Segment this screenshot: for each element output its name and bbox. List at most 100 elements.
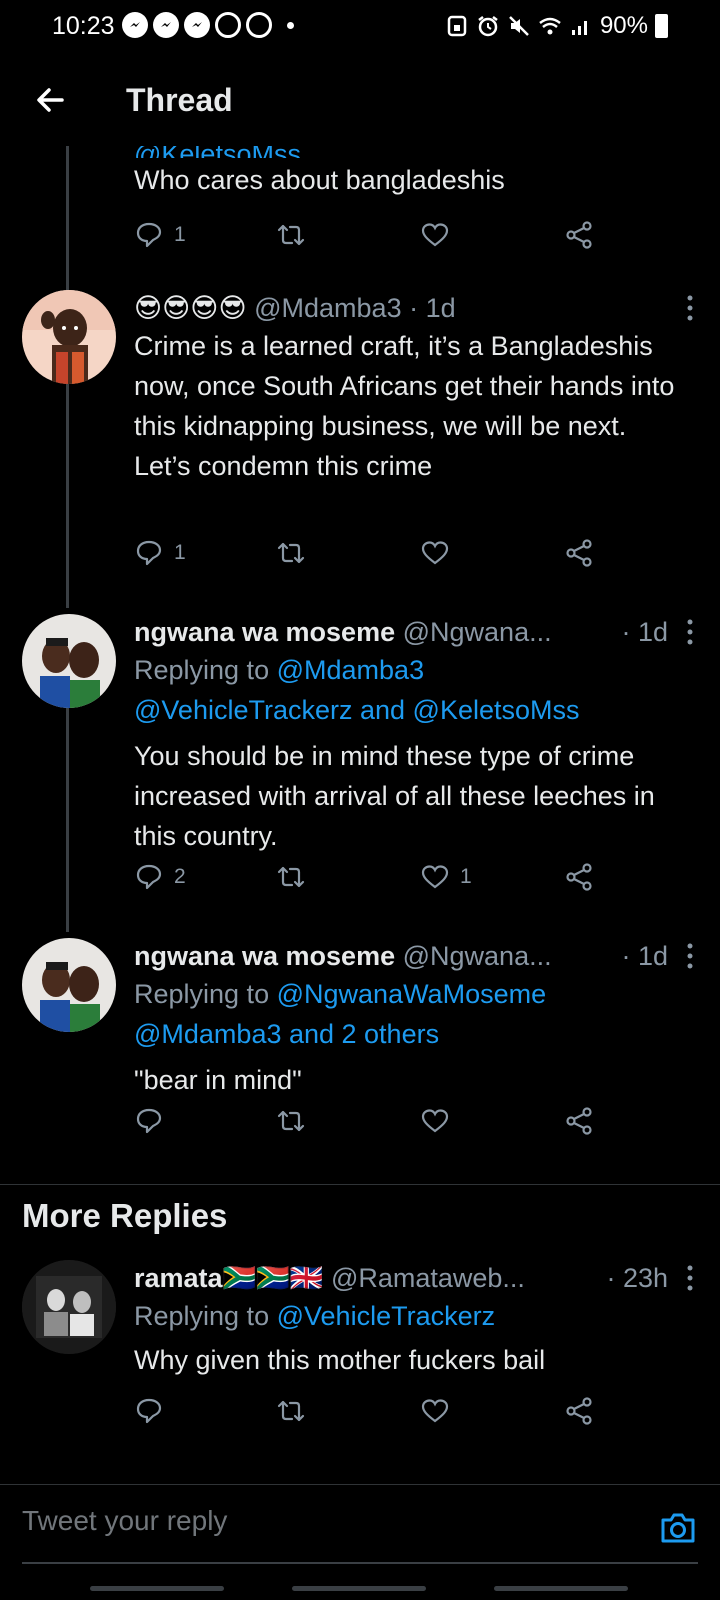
tweet-header: 😎😎😎😎 @Mdamba3 · 1d bbox=[134, 290, 693, 326]
reply-composer bbox=[0, 1484, 720, 1600]
composer-divider bbox=[0, 1484, 720, 1485]
replying-link[interactable]: @VehicleTrackerz and @KeletsoMss bbox=[134, 690, 690, 730]
replying-to: Replying to @VehicleTrackerz bbox=[134, 1296, 690, 1336]
tweet-time: · 23h bbox=[606, 1263, 668, 1293]
messenger-icon bbox=[184, 12, 210, 38]
user-name[interactable]: ngwana wa moseme bbox=[134, 941, 395, 971]
reply-button[interactable] bbox=[134, 1106, 174, 1136]
replying-link[interactable]: @Mdamba3 bbox=[277, 655, 424, 685]
retweet-icon bbox=[277, 542, 305, 564]
tweet-header: ngwana wa moseme @Ngwana... · 1d bbox=[134, 614, 693, 650]
tweet-header: ramata🇿🇦🇿🇦🇬🇧 @Ramataweb... · 23h bbox=[134, 1260, 693, 1296]
retweet-button[interactable] bbox=[276, 1106, 306, 1136]
share-button[interactable] bbox=[564, 538, 594, 568]
messenger-icon bbox=[122, 12, 148, 38]
like-count: 1 bbox=[460, 865, 472, 888]
reply-button[interactable] bbox=[134, 1396, 164, 1426]
heart-icon bbox=[421, 223, 449, 247]
status-time: 10:23 bbox=[52, 12, 115, 40]
replying-link[interactable]: @VehicleTrackerz bbox=[277, 1301, 495, 1331]
tweet-actions: 1 bbox=[134, 220, 604, 260]
share-icon bbox=[566, 1107, 592, 1135]
more-options-icon[interactable] bbox=[686, 618, 694, 646]
tweet-text: You should be in mind these type of crim… bbox=[134, 741, 655, 851]
like-button[interactable] bbox=[420, 1106, 460, 1136]
reply-button[interactable]: 2 bbox=[134, 862, 186, 892]
user-handle[interactable]: @Ngwana... bbox=[403, 941, 552, 971]
tweet-actions: 2 1 bbox=[134, 862, 604, 902]
retweet-icon bbox=[277, 224, 305, 246]
retweet-button[interactable] bbox=[276, 1396, 306, 1426]
reply-count: 1 bbox=[174, 223, 186, 246]
more-options-icon[interactable] bbox=[686, 294, 694, 322]
messenger-icon bbox=[153, 12, 179, 38]
signal-icon bbox=[571, 21, 587, 35]
share-button[interactable] bbox=[564, 220, 594, 250]
status-right: 90% bbox=[445, 12, 668, 40]
tweet-text: Why given this mother fuckers bail bbox=[134, 1345, 546, 1375]
avatar[interactable] bbox=[22, 938, 116, 1032]
user-handle[interactable]: @Ngwana... bbox=[403, 617, 552, 647]
retweet-button[interactable] bbox=[276, 862, 306, 892]
mute-icon bbox=[509, 16, 529, 36]
replying-to: Replying to @NgwanaWaMoseme bbox=[134, 974, 690, 1014]
reply-icon bbox=[136, 1108, 162, 1134]
reply-input[interactable] bbox=[22, 1496, 542, 1546]
more-options-icon[interactable] bbox=[686, 1264, 694, 1292]
like-button[interactable] bbox=[420, 220, 450, 250]
retweet-button[interactable] bbox=[276, 220, 306, 250]
avatar[interactable] bbox=[22, 290, 116, 384]
user-name[interactable]: ramata🇿🇦🇿🇦🇬🇧 bbox=[134, 1263, 323, 1293]
share-icon bbox=[566, 221, 592, 249]
tweet-text: "bear in mind" bbox=[134, 1065, 302, 1095]
header-bar: Thread bbox=[0, 60, 720, 146]
replying-link[interactable]: @NgwanaWaMoseme bbox=[277, 979, 547, 1009]
battery-percent: 90% bbox=[599, 12, 648, 39]
user-name[interactable]: ngwana wa moseme bbox=[134, 617, 395, 647]
reply-button[interactable]: 1 bbox=[134, 220, 186, 250]
user-handle[interactable]: @Ramataweb... bbox=[331, 1263, 525, 1293]
replying-link[interactable]: @Mdamba3 and 2 others bbox=[134, 1014, 690, 1054]
back-arrow-icon[interactable] bbox=[32, 82, 68, 118]
heart-icon bbox=[421, 541, 449, 565]
more-options-icon[interactable] bbox=[686, 942, 694, 970]
retweet-button[interactable] bbox=[276, 538, 306, 568]
reply-icon bbox=[136, 222, 162, 248]
more-notifications-dot bbox=[287, 21, 294, 29]
thread-content[interactable]: @KeletsoMss Who cares about bangladeshis… bbox=[0, 146, 720, 1484]
gesture-bar bbox=[494, 1586, 628, 1591]
user-handle[interactable]: @Mdamba3 bbox=[254, 293, 401, 323]
tweet-time: · 1d bbox=[621, 617, 668, 647]
retweet-icon bbox=[277, 1400, 305, 1422]
battery-icon bbox=[655, 14, 668, 38]
share-button[interactable] bbox=[564, 862, 594, 892]
tweet-text: Crime is a learned craft, it’s a Banglad… bbox=[134, 331, 675, 481]
heart-icon bbox=[421, 1109, 449, 1133]
like-button[interactable] bbox=[420, 1396, 450, 1426]
handle-fragment[interactable]: @KeletsoMss bbox=[134, 146, 690, 158]
tweet-header: ngwana wa moseme @Ngwana... · 1d bbox=[134, 938, 693, 974]
reply-icon bbox=[136, 540, 162, 566]
reply-count: 2 bbox=[174, 865, 186, 888]
wifi-icon bbox=[539, 17, 561, 35]
reply-icon bbox=[136, 864, 162, 890]
share-button[interactable] bbox=[564, 1106, 594, 1136]
heart-icon bbox=[421, 1399, 449, 1423]
input-underline bbox=[22, 1562, 698, 1564]
retweet-icon bbox=[277, 1110, 305, 1132]
share-button[interactable] bbox=[564, 1396, 594, 1426]
camera-icon[interactable] bbox=[658, 1508, 698, 1548]
tweet-time: · 1d bbox=[409, 293, 456, 323]
reply-button[interactable]: 1 bbox=[134, 538, 186, 568]
avatar[interactable] bbox=[22, 1260, 116, 1354]
replying-prefix: Replying to bbox=[134, 979, 270, 1009]
avatar[interactable] bbox=[22, 614, 116, 708]
like-button[interactable]: 1 bbox=[420, 862, 472, 892]
like-button[interactable] bbox=[420, 538, 460, 568]
heart-icon bbox=[421, 865, 449, 889]
reply-count: 1 bbox=[174, 541, 186, 564]
thread-line bbox=[66, 384, 69, 608]
user-name[interactable]: 😎😎😎😎 bbox=[134, 293, 247, 323]
section-divider bbox=[0, 1184, 720, 1185]
reply-icon bbox=[136, 1398, 162, 1424]
